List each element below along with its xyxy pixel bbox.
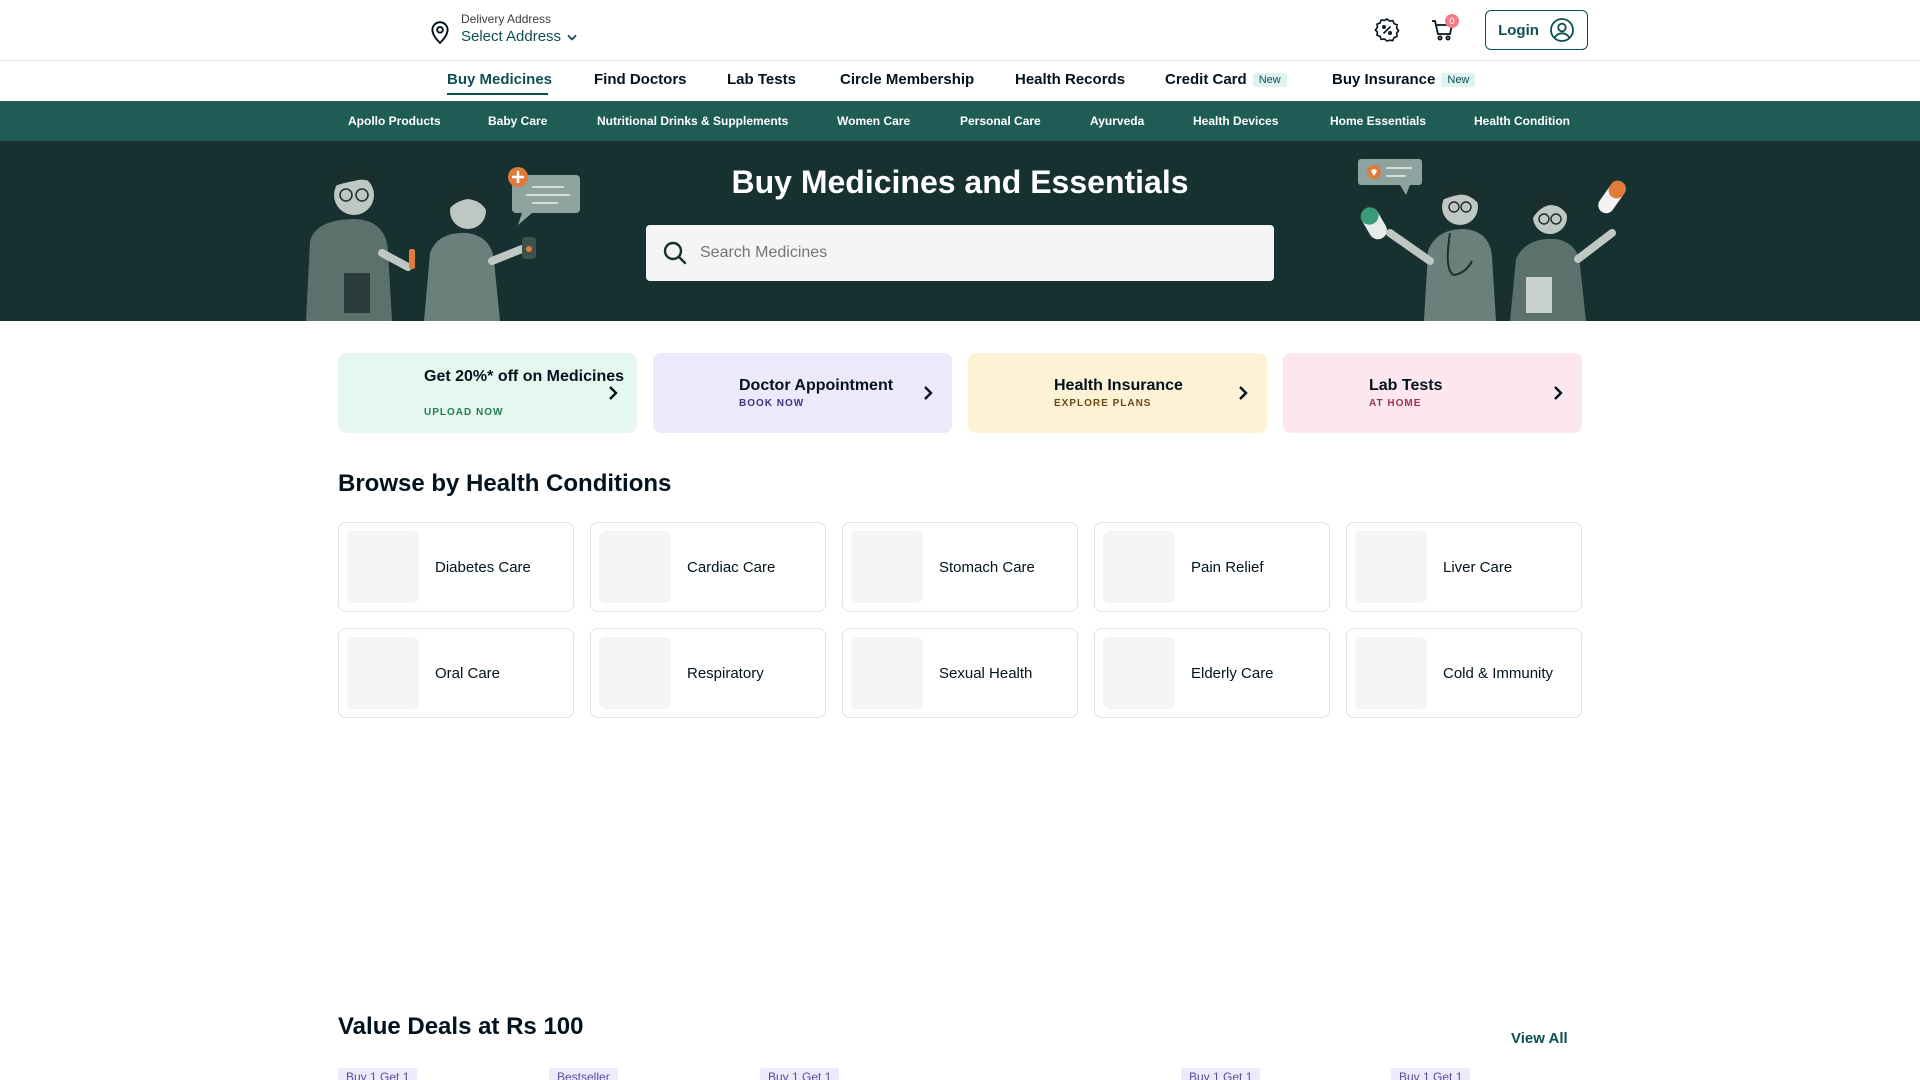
delivery-address-label: Delivery Address	[461, 12, 552, 26]
nav-circle-membership[interactable]: Circle Membership	[840, 71, 974, 88]
condition-label: Sexual Health	[939, 665, 1033, 682]
condition-label: Cardiac Care	[687, 559, 776, 576]
search-input[interactable]	[700, 244, 1260, 262]
nav-find-doctors[interactable]: Find Doctors	[594, 71, 687, 88]
search-icon	[663, 241, 687, 265]
main-navigation: Buy Medicines Find Doctors Lab Tests Cir…	[0, 61, 1920, 101]
condition-label: Diabetes Care	[435, 559, 531, 576]
category-women-care[interactable]: Women Care	[837, 114, 910, 128]
category-bar: Apollo Products Baby Care Nutritional Dr…	[0, 101, 1920, 141]
category-ayurveda[interactable]: Ayurveda	[1090, 114, 1144, 128]
condition-thumbnail	[347, 531, 419, 603]
condition-thumbnail	[599, 531, 671, 603]
condition-label: Liver Care	[1443, 559, 1513, 576]
card-subtitle: AT HOME	[1369, 398, 1422, 409]
condition-thumbnail	[851, 531, 923, 603]
condition-thumbnail	[1103, 531, 1175, 603]
search-medicines-box[interactable]	[646, 225, 1274, 281]
card-subtitle: UPLOAD NOW	[424, 407, 504, 418]
nav-buy-insurance[interactable]: Buy Insurance New	[1332, 71, 1476, 88]
condition-card[interactable]: Elderly Care	[1094, 628, 1330, 718]
delivery-address-value[interactable]: Select Address	[461, 27, 561, 47]
deal-tag: Bestseller	[549, 1068, 618, 1080]
card-title: Doctor Appointment	[739, 377, 894, 394]
condition-label: Pain Relief	[1191, 559, 1264, 576]
category-health-devices[interactable]: Health Devices	[1193, 114, 1278, 128]
card-title: Lab Tests	[1369, 377, 1443, 394]
chevron-right-icon	[924, 386, 933, 400]
active-tab-indicator	[447, 93, 548, 95]
value-deals-title: Value Deals at Rs 100	[338, 1013, 584, 1040]
chevron-right-icon	[609, 386, 618, 400]
nav-lab-tests[interactable]: Lab Tests	[727, 71, 796, 88]
hero-banner: Buy Medicines and Essentials	[0, 141, 1920, 321]
condition-card[interactable]: Sexual Health	[842, 628, 1078, 718]
card-title: Get 20%* off on Medicines	[424, 368, 625, 385]
lab-tests-card[interactable]: Lab Tests AT HOME	[1283, 353, 1582, 433]
condition-thumbnail	[1355, 531, 1427, 603]
condition-thumbnail	[347, 637, 419, 709]
deal-tag: Buy 1 Get 1	[1391, 1068, 1471, 1080]
category-health-condition[interactable]: Health Condition	[1474, 114, 1570, 128]
category-personal-care[interactable]: Personal Care	[960, 114, 1041, 128]
new-badge: New	[1252, 73, 1287, 88]
condition-thumbnail	[851, 637, 923, 709]
login-button[interactable]: Login	[1485, 10, 1588, 50]
condition-label: Oral Care	[435, 665, 501, 682]
chevron-right-icon	[1554, 386, 1563, 400]
doctors-illustration-right	[1358, 159, 1626, 321]
condition-thumbnail	[1103, 637, 1175, 709]
new-badge: New	[1441, 73, 1476, 88]
chevron-down-icon	[567, 34, 577, 41]
top-header: Delivery Address Select Address 0 Login	[0, 0, 1920, 61]
condition-card[interactable]: Pain Relief	[1094, 522, 1330, 612]
condition-label: Stomach Care	[939, 559, 1035, 576]
condition-card[interactable]: Stomach Care	[842, 522, 1078, 612]
condition-label: Elderly Care	[1191, 665, 1274, 682]
view-all-link[interactable]: View All	[1511, 1030, 1568, 1047]
deal-tag: Buy 1 Get 1	[338, 1068, 418, 1080]
category-nutritional-drinks[interactable]: Nutritional Drinks & Supplements	[597, 114, 788, 128]
nav-buy-medicines[interactable]: Buy Medicines	[447, 71, 552, 88]
card-subtitle: EXPLORE PLANS	[1054, 398, 1152, 409]
delivery-address-selector[interactable]: Delivery Address Select Address	[427, 11, 579, 47]
category-apollo-products[interactable]: Apollo Products	[348, 114, 441, 128]
condition-card[interactable]: Diabetes Care	[338, 522, 574, 612]
location-pin-icon	[431, 21, 449, 45]
health-conditions-title: Browse by Health Conditions	[338, 470, 672, 497]
category-home-essentials[interactable]: Home Essentials	[1330, 114, 1426, 128]
condition-thumbnail	[1355, 637, 1427, 709]
condition-card[interactable]: Oral Care	[338, 628, 574, 718]
login-label: Login	[1498, 21, 1539, 39]
offers-icon[interactable]	[1373, 16, 1401, 44]
condition-card[interactable]: Respiratory	[590, 628, 826, 718]
deal-tag: Buy 1 Get 1	[760, 1068, 840, 1080]
deal-tag: Buy 1 Get 1	[1181, 1068, 1261, 1080]
nav-health-records[interactable]: Health Records	[1015, 71, 1125, 88]
condition-label: Respiratory	[687, 665, 764, 682]
condition-card[interactable]: Cold & Immunity	[1346, 628, 1582, 718]
category-baby-care[interactable]: Baby Care	[488, 114, 547, 128]
card-title: Health Insurance	[1054, 377, 1183, 394]
cart-count-badge: 0	[1445, 14, 1459, 28]
condition-card[interactable]: Liver Care	[1346, 522, 1582, 612]
doctor-appointment-card[interactable]: Doctor Appointment BOOK NOW	[653, 353, 952, 433]
condition-label: Cold & Immunity	[1443, 665, 1554, 682]
health-insurance-card[interactable]: Health Insurance EXPLORE PLANS	[968, 353, 1267, 433]
chevron-right-icon	[1239, 386, 1248, 400]
card-subtitle: BOOK NOW	[739, 398, 805, 409]
user-avatar-icon	[1550, 18, 1574, 42]
condition-card[interactable]: Cardiac Care	[590, 522, 826, 612]
condition-thumbnail	[599, 637, 671, 709]
nav-credit-card[interactable]: Credit Card New	[1165, 71, 1287, 88]
upload-prescription-card[interactable]: Get 20%* off on Medicines UPLOAD NOW	[338, 353, 637, 433]
